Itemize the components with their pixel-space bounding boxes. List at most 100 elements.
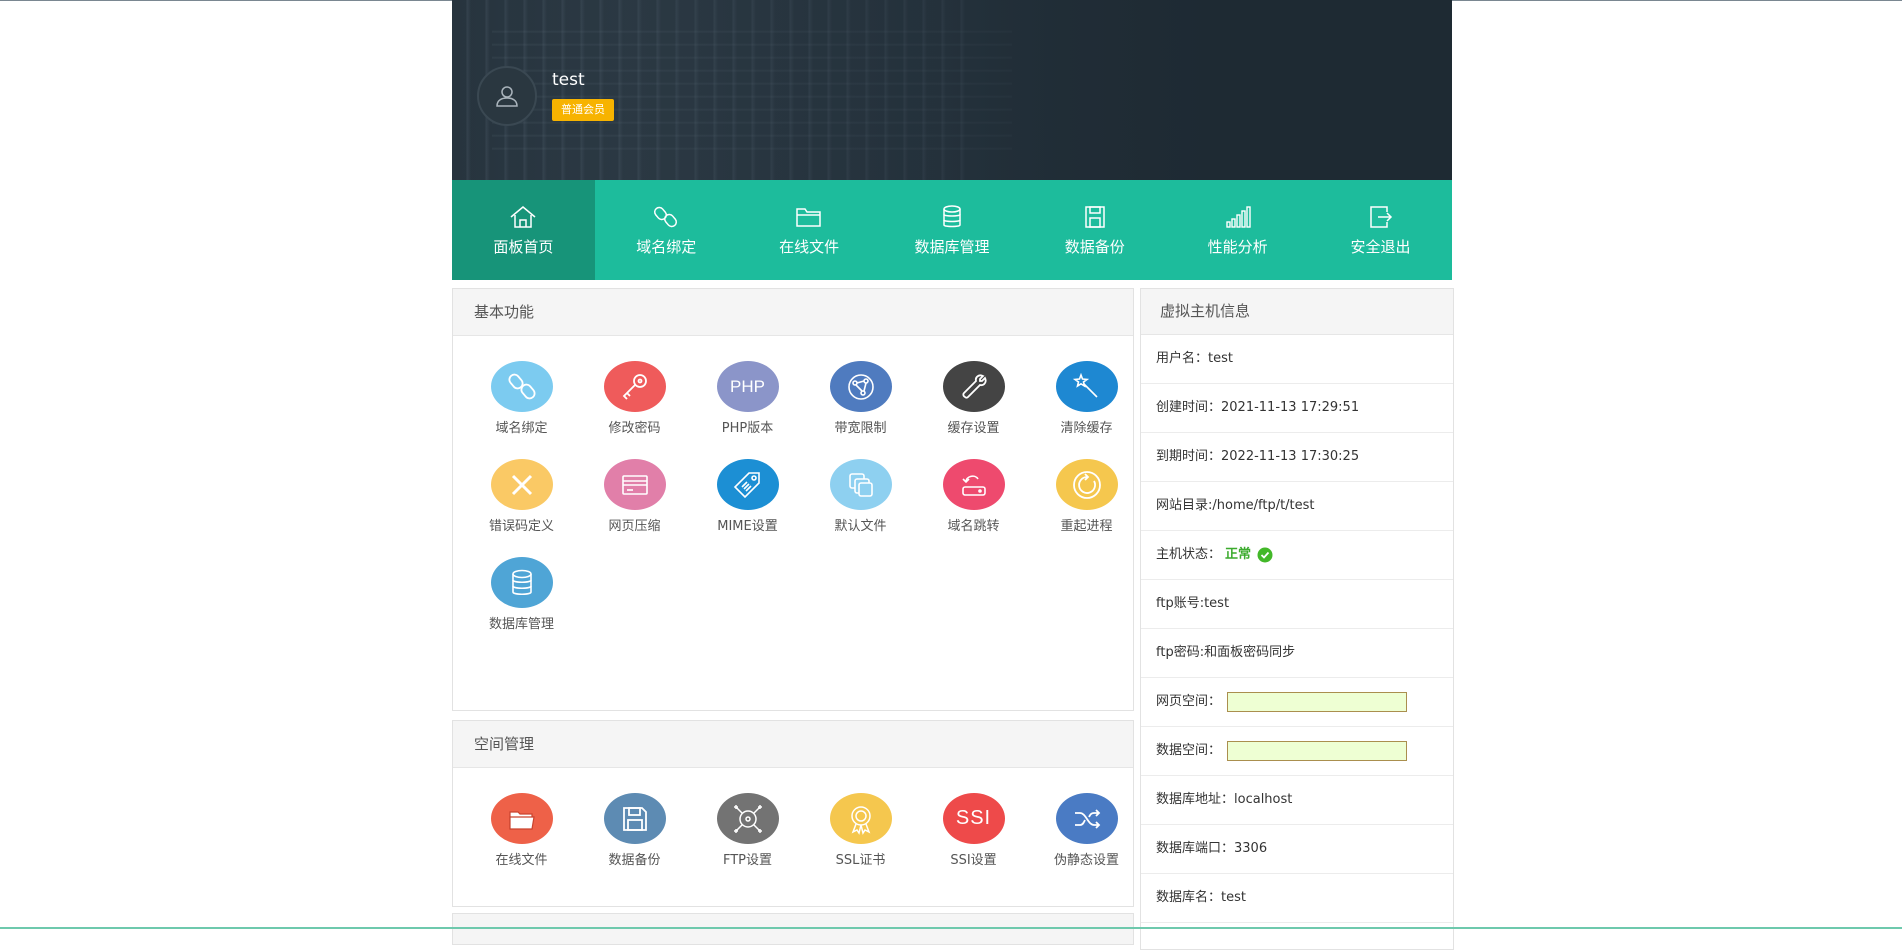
main-nav: 面板首页 域名绑定 在线文件 数据库管理 数据备份 性能分析 安全退出 xyxy=(452,180,1452,280)
ftp-account-value: test xyxy=(1204,596,1230,611)
nav-label: 面板首页 xyxy=(493,237,554,256)
tool-online-files[interactable]: 在线文件 xyxy=(465,768,578,868)
panel-title: 空间管理 xyxy=(453,721,1133,768)
tool-cache-settings[interactable]: 缓存设置 xyxy=(917,336,1030,436)
tool-label: 重起进程 xyxy=(1060,519,1113,534)
tool-domain-redirect[interactable]: 域名跳转 xyxy=(917,434,1030,534)
db-space-bar xyxy=(1227,741,1408,761)
db-name-value: test xyxy=(1221,890,1246,905)
tool-ssi-settings[interactable]: SSI SSI设置 xyxy=(917,768,1030,868)
nav-label: 安全退出 xyxy=(1350,237,1411,256)
link-icon xyxy=(654,206,678,227)
info-row-status: 主机状态： 正常 xyxy=(1141,531,1453,580)
panel-title: 虚拟主机信息 xyxy=(1141,289,1453,335)
page-container: test 普通会员 面板首页 域名绑定 在线文件 数据库管理 数据备份 性能分析 xyxy=(452,0,1454,950)
folder-icon xyxy=(796,207,821,227)
ftp-password-value: 和面板密码同步 xyxy=(1204,645,1296,660)
avatar[interactable] xyxy=(477,66,537,126)
key-icon xyxy=(622,373,647,400)
nav-item-backup[interactable]: 数据备份 xyxy=(1023,180,1166,280)
save-icon xyxy=(622,806,647,831)
tool-label: 伪静态设置 xyxy=(1053,853,1119,868)
copy-icon xyxy=(848,472,873,497)
info-row-username: 用户名： test xyxy=(1141,335,1453,384)
tool-rewrite-settings[interactable]: 伪静态设置 xyxy=(1030,768,1143,868)
user-icon xyxy=(496,86,518,107)
info-row-ftp-password: ftp密码: 和面板密码同步 xyxy=(1141,629,1453,678)
redirect-icon xyxy=(961,474,986,496)
info-row-ftp-account: ftp账号: test xyxy=(1141,580,1453,629)
nav-item-files[interactable]: 在线文件 xyxy=(738,180,881,280)
space-management-panel: 空间管理 在线文件 数据备份 FTP设置 SSL证书 SSI SSI设置 伪静态… xyxy=(452,720,1134,907)
nav-item-logout[interactable]: 安全退出 xyxy=(1309,180,1452,280)
info-row-db-name: 数据库名： test xyxy=(1141,874,1453,923)
nav-item-home[interactable]: 面板首页 xyxy=(452,180,595,280)
tool-error-code[interactable]: 错误码定义 xyxy=(465,434,578,534)
restart-icon xyxy=(1072,470,1101,499)
logout-icon xyxy=(1370,205,1393,228)
tool-web-compress[interactable]: 网页压缩 xyxy=(578,434,691,534)
info-row-web-space: 网页空间： xyxy=(1141,678,1453,727)
created-value: 2021-11-13 17:29:51 xyxy=(1221,400,1360,415)
web-space-bar xyxy=(1227,692,1408,712)
check-circle-icon xyxy=(1257,547,1273,563)
shuffle-icon xyxy=(1074,808,1100,829)
tool-label: SSL证书 xyxy=(835,853,886,868)
card-icon xyxy=(621,474,648,495)
nav-label: 数据备份 xyxy=(1064,237,1125,256)
signal-bars-icon xyxy=(1225,205,1251,228)
ssi-icon: SSI xyxy=(955,807,992,829)
tool-clear-cache[interactable]: 清除缓存 xyxy=(1030,336,1143,436)
tag-icon xyxy=(733,471,760,498)
wrench-icon xyxy=(961,373,987,399)
panel-title: 基本功能 xyxy=(453,289,1133,336)
certificate-icon xyxy=(850,805,871,835)
tool-default-file[interactable]: 默认文件 xyxy=(804,434,917,534)
info-row-webdir: 网站目录: /home/ftp/t/test xyxy=(1141,482,1453,531)
tool-label: MIME设置 xyxy=(717,519,778,534)
database-icon xyxy=(511,569,532,595)
tool-ftp-settings[interactable]: FTP设置 xyxy=(691,768,804,868)
tool-ssl-cert[interactable]: SSL证书 xyxy=(804,768,917,868)
tool-label: 在线文件 xyxy=(495,853,548,868)
tool-restart-process[interactable]: 重起进程 xyxy=(1030,434,1143,534)
username-value: test xyxy=(1208,351,1233,366)
tool-label: 数据库管理 xyxy=(488,617,554,632)
database-icon xyxy=(943,204,961,227)
tool-change-password[interactable]: 修改密码 xyxy=(578,336,691,436)
nav-item-domain[interactable]: 域名绑定 xyxy=(595,180,738,280)
ftp-icon xyxy=(733,804,762,833)
php-icon: PHP xyxy=(730,376,765,396)
info-row-db-space: 数据空间： xyxy=(1141,727,1453,776)
tool-php-version[interactable]: PHP PHP版本 xyxy=(691,336,804,436)
tool-label: SSI设置 xyxy=(950,853,997,868)
nav-item-database[interactable]: 数据库管理 xyxy=(881,180,1024,280)
nav-item-performance[interactable]: 性能分析 xyxy=(1166,180,1309,280)
tool-label: 数据备份 xyxy=(608,853,661,868)
expire-value: 2022-11-13 17:30:25 xyxy=(1221,449,1360,464)
tool-label: 网页压缩 xyxy=(608,519,661,534)
webdir-value: /home/ftp/t/test xyxy=(1212,498,1315,513)
info-row-db-host: 数据库地址： localhost xyxy=(1141,776,1453,825)
db-host-value: localhost xyxy=(1234,792,1293,807)
magic-wand-icon xyxy=(1072,372,1098,398)
tool-label: 默认文件 xyxy=(834,519,887,534)
basic-functions-panel: 基本功能 域名绑定 修改密码 PHP PHP版本 带宽限制 缓存设置 清除缓存 … xyxy=(452,288,1134,711)
tool-bandwidth-limit[interactable]: 带宽限制 xyxy=(804,336,917,436)
member-badge: 普通会员 xyxy=(552,99,614,121)
tool-database-manage[interactable]: 数据库管理 xyxy=(465,532,578,632)
username: test xyxy=(552,70,585,90)
header-banner: test 普通会员 xyxy=(452,0,1452,180)
close-icon xyxy=(511,474,532,495)
home-icon xyxy=(510,205,536,228)
nav-label: 在线文件 xyxy=(779,237,840,256)
info-row-created: 创建时间： 2021-11-13 17:29:51 xyxy=(1141,384,1453,433)
status-badge: 正常 xyxy=(1225,547,1252,562)
folder-icon xyxy=(508,810,535,830)
tool-data-backup[interactable]: 数据备份 xyxy=(578,768,691,868)
info-row-db-port: 数据库端口： 3306 xyxy=(1141,825,1453,874)
link-icon xyxy=(507,373,536,399)
nav-label: 性能分析 xyxy=(1207,237,1268,256)
tool-mime-settings[interactable]: MIME设置 xyxy=(691,434,804,534)
tool-domain-bind[interactable]: 域名绑定 xyxy=(465,336,578,436)
